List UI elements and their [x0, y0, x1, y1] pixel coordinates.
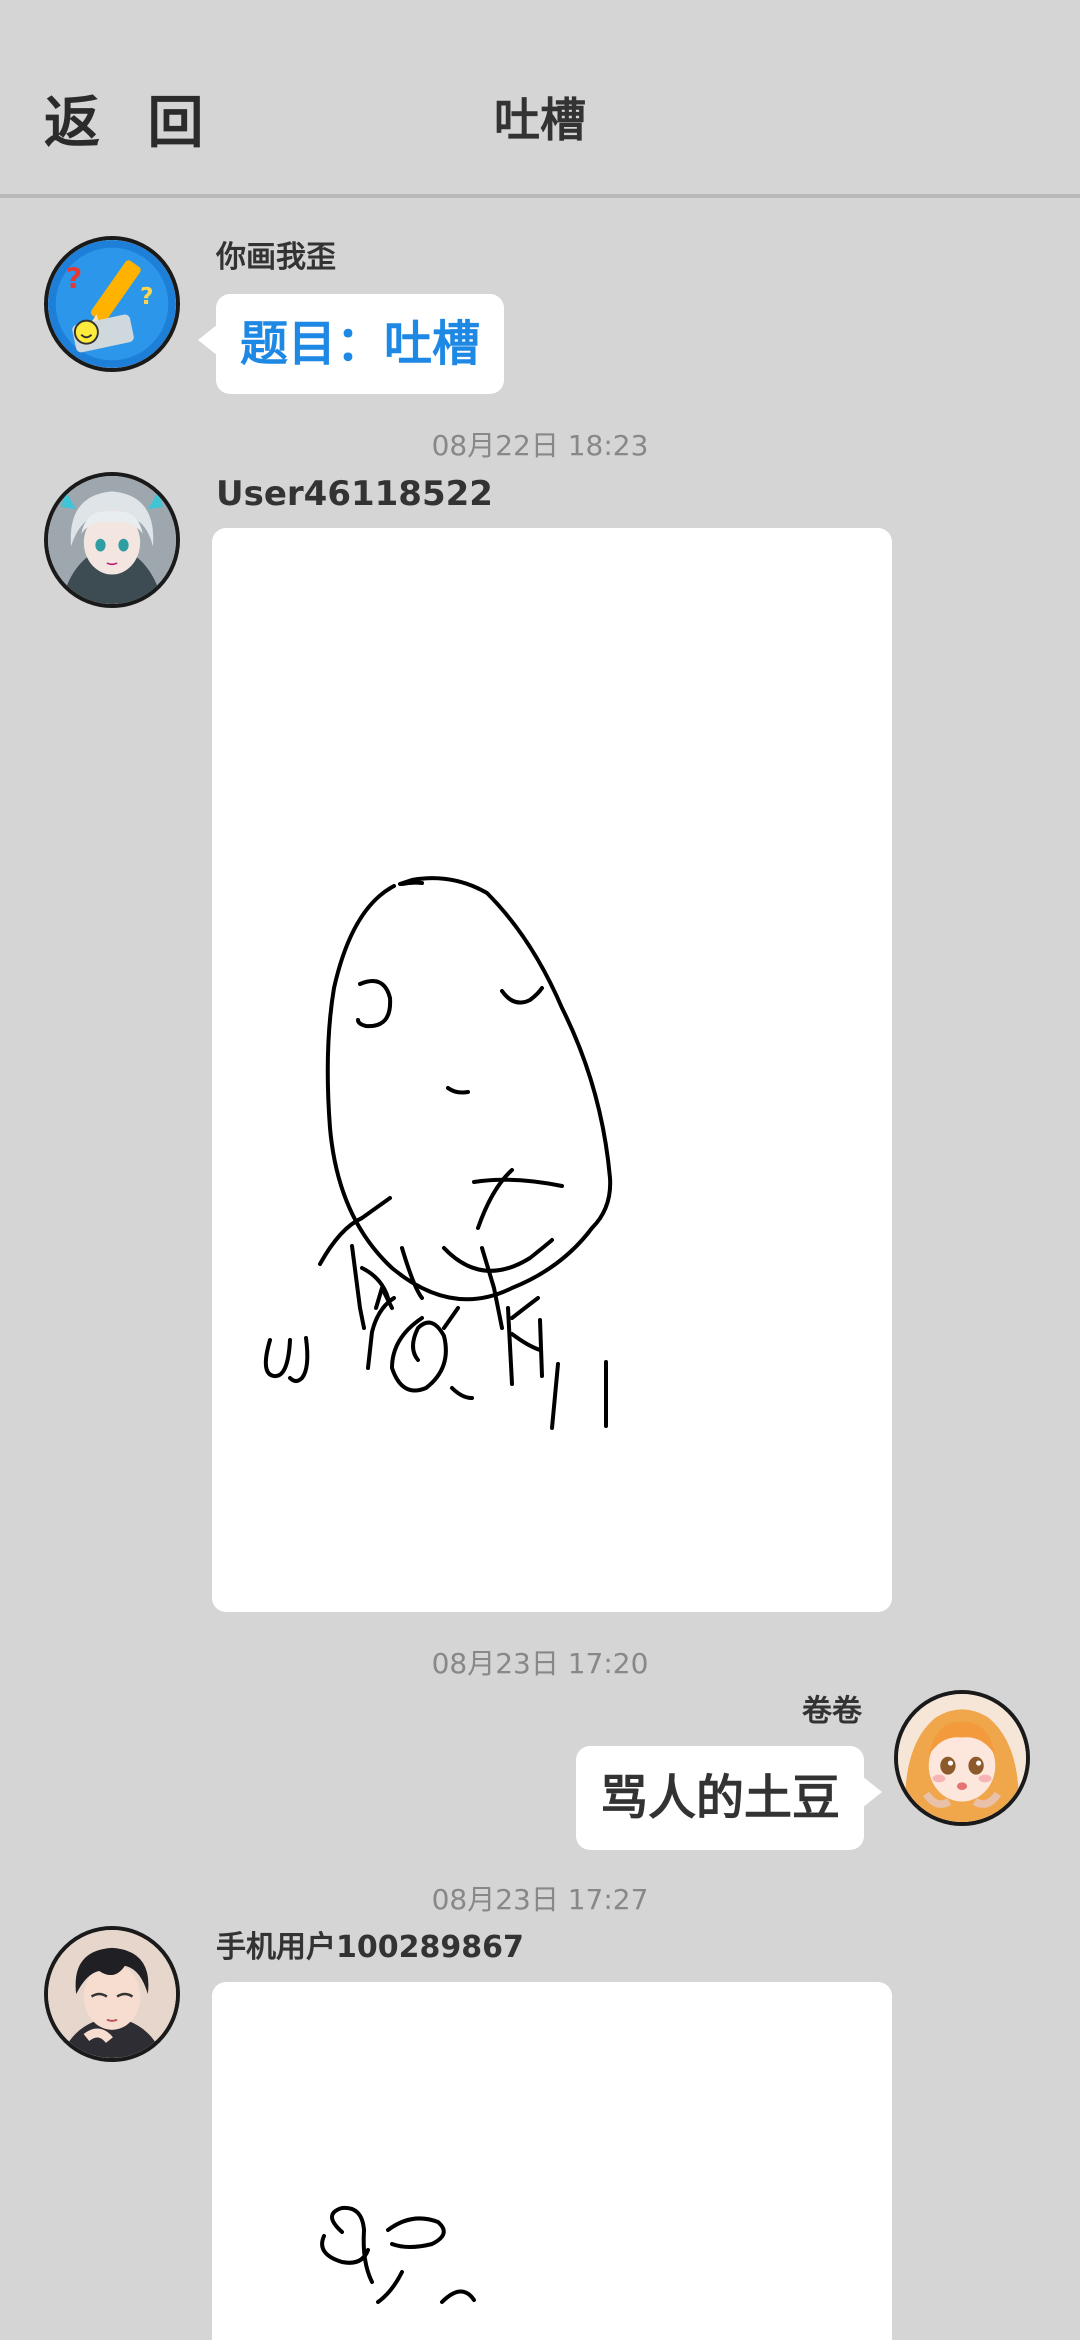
drawing-bubble[interactable]	[212, 1982, 892, 2340]
orange-hair-anime-girl-avatar-icon	[898, 1694, 1026, 1822]
sender-name: 手机用户100289867	[216, 1930, 524, 1965]
message-bubble[interactable]: 骂人的土豆	[575, 1746, 883, 1850]
avatar-user[interactable]	[894, 1690, 1030, 1826]
timestamp: 08月22日 18:23	[431, 429, 649, 462]
avatar-user[interactable]	[44, 1926, 180, 2062]
timestamp: 08月23日 17:27	[431, 1883, 649, 1916]
svg-text:?: ?	[66, 263, 82, 296]
doodle-drawing	[263, 876, 613, 1430]
svg-text:?: ?	[140, 284, 153, 310]
timestamp: 08月23日 17:20	[431, 1647, 649, 1680]
page-title: 吐槽	[494, 93, 586, 147]
sender-name: 你画我歪	[216, 240, 336, 275]
sender-name: User46118522	[216, 474, 493, 514]
drawing-bubble[interactable]	[212, 528, 892, 1612]
avatar-system[interactable]: ? ?	[44, 236, 180, 372]
message-text: 题目：吐槽	[240, 316, 481, 372]
doodle-drawing	[320, 2205, 476, 2304]
chat-page: 返 回 吐槽 ? ? 你画我歪 题目：吐槽 08月22日 18:23 User4…	[0, 0, 1080, 2340]
message-bubble[interactable]: 题目：吐槽	[197, 294, 505, 394]
header-divider	[0, 194, 1080, 198]
sender-name: 卷卷	[802, 1694, 862, 1729]
silver-hair-anime-avatar-icon	[48, 476, 176, 604]
top-bar: 返 回 吐槽	[0, 0, 1080, 194]
avatar-user[interactable]	[44, 472, 180, 608]
message-text: 骂人的土豆	[599, 1770, 840, 1826]
dark-hair-anime-boy-avatar-icon	[48, 1930, 176, 2058]
pencil-question-avatar-icon: ? ?	[48, 240, 176, 368]
